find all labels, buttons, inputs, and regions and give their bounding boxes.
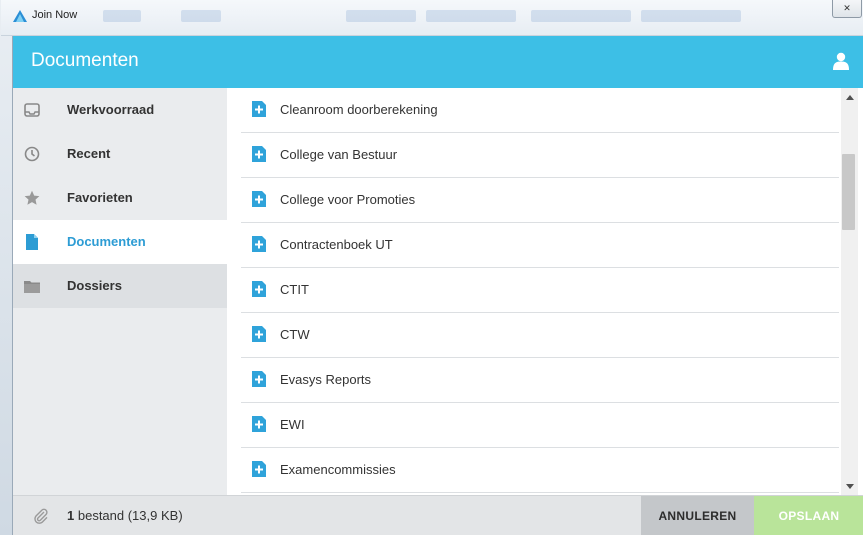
background-tab-hint bbox=[641, 10, 741, 22]
list-item-label: CTIT bbox=[280, 282, 309, 297]
list-item[interactable]: Examencommissies bbox=[241, 448, 839, 493]
list-item[interactable]: Contractenboek UT bbox=[241, 223, 839, 268]
sidebar-item-werkvoorraad[interactable]: Werkvoorraad bbox=[13, 88, 227, 132]
arrow-up-icon bbox=[845, 94, 854, 100]
list-item-label: College van Bestuur bbox=[280, 147, 398, 162]
list-item-label: Evasys Reports bbox=[280, 372, 372, 387]
add-document-icon bbox=[252, 326, 266, 342]
add-document-icon bbox=[252, 146, 266, 162]
arrow-down-icon bbox=[845, 483, 854, 489]
sidebar-item-recent[interactable]: Recent bbox=[13, 132, 227, 176]
list-item[interactable]: EWI bbox=[241, 403, 839, 448]
sidebar-item-favorieten[interactable]: Favorieten bbox=[13, 176, 227, 220]
list-item[interactable]: CTW bbox=[241, 313, 839, 358]
window-title: Join Now bbox=[32, 9, 78, 21]
sidebar: Werkvoorraad Recent Favorieten Documente… bbox=[13, 88, 227, 495]
list-scrollbar[interactable] bbox=[841, 88, 858, 495]
list-item[interactable]: Cleanroom doorberekening bbox=[241, 88, 839, 133]
star-icon bbox=[24, 190, 40, 206]
background-tab-hint bbox=[181, 10, 221, 22]
list-item-label: Contractenboek UT bbox=[280, 237, 393, 252]
list-item[interactable]: College van Bestuur bbox=[241, 133, 839, 178]
file-size-text: bestand (13,9 KB) bbox=[77, 508, 183, 523]
scrollbar-thumb[interactable] bbox=[842, 154, 855, 230]
add-document-icon bbox=[252, 101, 266, 117]
modal-header: Documenten bbox=[13, 36, 863, 88]
list-item[interactable]: College voor Promoties bbox=[241, 178, 839, 223]
join-now-window: Join Now ✕ Documenten Werkvoorraad Recen… bbox=[1, 0, 863, 535]
add-document-icon bbox=[252, 416, 266, 432]
list-item[interactable]: Evasys Reports bbox=[241, 358, 839, 403]
add-document-icon bbox=[252, 461, 266, 477]
add-document-icon bbox=[252, 236, 266, 252]
clock-icon bbox=[24, 146, 40, 162]
list-item[interactable]: CTIT bbox=[241, 268, 839, 313]
add-document-icon bbox=[252, 371, 266, 387]
modal-footer: 1 bestand (13,9 KB) ANNULEREN OPSLAAN bbox=[13, 495, 863, 535]
attachment-info: 1 bestand (13,9 KB) bbox=[67, 508, 183, 523]
add-document-icon bbox=[252, 191, 266, 207]
scroll-up-button[interactable] bbox=[841, 90, 858, 104]
list-item-label: College voor Promoties bbox=[280, 192, 416, 207]
add-document-icon bbox=[252, 281, 266, 297]
window-close-button[interactable]: ✕ bbox=[832, 0, 862, 18]
file-count: 1 bbox=[67, 508, 75, 523]
list-item-label: Cleanroom doorberekening bbox=[280, 102, 438, 117]
sidebar-item-label: Dossiers bbox=[67, 278, 122, 293]
inbox-icon bbox=[24, 102, 40, 118]
list-item-label: EWI bbox=[280, 417, 305, 432]
close-icon: ✕ bbox=[843, 3, 851, 14]
background-tab-hint bbox=[426, 10, 516, 22]
sidebar-item-label: Favorieten bbox=[67, 190, 133, 205]
background-tab-hint bbox=[103, 10, 141, 22]
paperclip-icon bbox=[34, 508, 48, 524]
list-item-label: Examencommissies bbox=[280, 462, 396, 477]
document-icon bbox=[24, 234, 40, 250]
sidebar-item-documenten[interactable]: Documenten bbox=[13, 220, 227, 264]
folder-icon bbox=[24, 278, 40, 294]
sidebar-item-label: Werkvoorraad bbox=[67, 102, 155, 117]
scroll-down-button[interactable] bbox=[841, 479, 858, 493]
background-tab-hint bbox=[531, 10, 631, 22]
join-now-logo-icon bbox=[13, 10, 27, 22]
background-tab-hint bbox=[346, 10, 416, 22]
sidebar-item-label: Documenten bbox=[67, 234, 146, 249]
list-item-label: CTW bbox=[280, 327, 310, 342]
window-titlebar: Join Now ✕ bbox=[1, 0, 863, 36]
sidebar-item-label: Recent bbox=[67, 146, 111, 161]
save-button[interactable]: OPSLAAN bbox=[754, 496, 863, 535]
page-title: Documenten bbox=[31, 50, 139, 71]
document-list: Cleanroom doorberekening College van Bes… bbox=[241, 88, 839, 495]
user-icon[interactable] bbox=[832, 52, 850, 70]
sidebar-item-dossiers[interactable]: Dossiers bbox=[13, 264, 227, 308]
cancel-button[interactable]: ANNULEREN bbox=[641, 496, 754, 535]
